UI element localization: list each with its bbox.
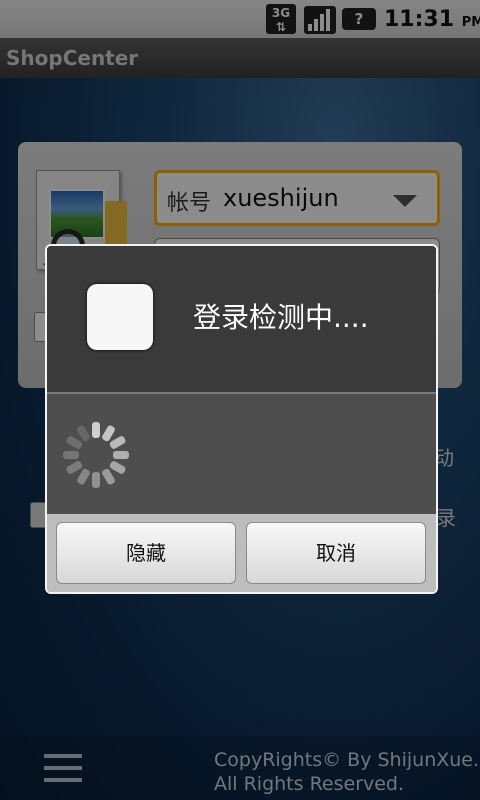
dialog-button-bar: 隐藏 取消 bbox=[47, 514, 436, 592]
hide-button[interactable]: 隐藏 bbox=[56, 522, 236, 584]
dialog-body bbox=[47, 396, 436, 514]
dialog-icon bbox=[87, 284, 153, 350]
loading-spinner-icon bbox=[63, 422, 129, 488]
cancel-button[interactable]: 取消 bbox=[246, 522, 426, 584]
login-progress-dialog: 登录检测中.... 隐藏 取消 bbox=[45, 244, 438, 594]
dialog-title: 登录检测中.... bbox=[193, 301, 369, 334]
dialog-header: 登录检测中.... bbox=[47, 246, 436, 394]
